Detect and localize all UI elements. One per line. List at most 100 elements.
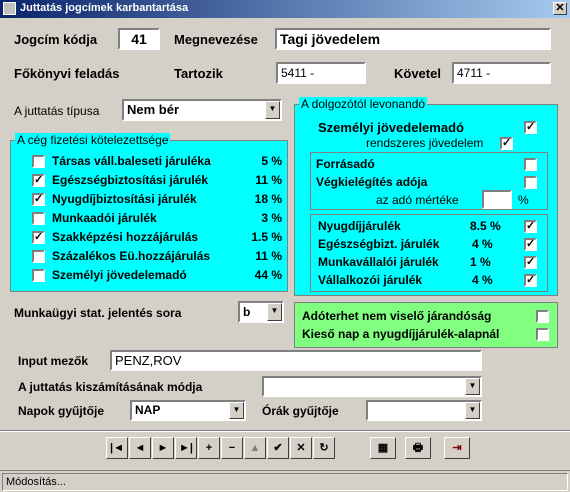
prev-record-button[interactable]: ◄ xyxy=(129,437,151,459)
delete-record-button[interactable]: − xyxy=(221,437,243,459)
ceg-checkbox[interactable] xyxy=(32,269,45,282)
ceg-item-label: Személyi jövedelemadó xyxy=(52,268,187,282)
ceg-item-label: Százalékos Eü.hozzájárulás xyxy=(52,249,211,263)
ceg-item-pct: 44 % xyxy=(254,268,282,282)
orak-select[interactable]: ▼ xyxy=(366,400,482,421)
kovetel-label: Követel xyxy=(394,66,441,81)
rendszeres-checkbox[interactable]: ✓ xyxy=(500,137,513,150)
chevron-down-icon[interactable]: ▼ xyxy=(265,101,280,119)
chevron-down-icon[interactable]: ▼ xyxy=(267,303,282,321)
kovetel-field[interactable]: 4711 - xyxy=(452,62,551,84)
next-record-button[interactable]: ► xyxy=(152,437,174,459)
last-record-button[interactable]: ►| xyxy=(175,437,197,459)
ado-mertek-field[interactable] xyxy=(482,190,512,209)
levonando-item-checkbox[interactable]: ✓ xyxy=(524,256,537,269)
status-text: Módosítás... xyxy=(2,473,568,491)
levonando-item-label: Nyugdíjjárulék xyxy=(318,219,401,233)
add-record-button[interactable]: + xyxy=(198,437,220,459)
ceg-checkbox[interactable] xyxy=(32,250,45,263)
ceg-checkbox[interactable] xyxy=(32,155,45,168)
ceg-item-label: Nyugdíjbiztosítási járulék xyxy=(52,192,197,206)
munkaugyi-label: Munkaügyi stat. jelentés sora xyxy=(14,306,182,320)
kieso-label: Kieső nap a nyugdíjjárulék-alapnál xyxy=(302,327,500,341)
ceg-item-label: Szakképzési hozzájárulás xyxy=(52,230,199,244)
chevron-down-icon[interactable]: ▼ xyxy=(229,402,244,419)
print-button[interactable]: 🖶 xyxy=(405,437,431,459)
window-title: Juttatás jogcímek karbantartása xyxy=(20,2,189,14)
tipus-label: A juttatás típusa xyxy=(14,104,100,118)
kieso-checkbox[interactable] xyxy=(536,328,549,341)
levonando-group-title: A dolgozótól levonandó xyxy=(299,97,428,111)
chevron-down-icon[interactable]: ▼ xyxy=(465,402,480,419)
levonando-item-pct: 4 % xyxy=(472,237,493,251)
ceg-item-pct: 18 % xyxy=(254,192,282,206)
chevron-down-icon[interactable]: ▼ xyxy=(465,378,480,395)
forrasado-label: Forrásadó xyxy=(316,157,375,171)
ceg-item-pct: 5 % xyxy=(261,154,282,168)
jogcim-label: Jogcím kódja xyxy=(14,32,98,47)
exit-button[interactable]: ⇥ xyxy=(444,437,470,459)
ceg-item-label: Társas váll.baleseti járuléka xyxy=(52,154,211,168)
close-button[interactable]: ✕ xyxy=(553,2,567,15)
tipus-value: Nem bér xyxy=(127,102,180,117)
tartozik-label: Tartozik xyxy=(174,66,223,81)
tipus-select[interactable]: Nem bér ▼ xyxy=(122,99,282,121)
levonando-item-label: Vállalkozói járulék xyxy=(318,273,423,287)
ceg-checkbox[interactable] xyxy=(32,212,45,225)
forrasado-checkbox[interactable] xyxy=(524,158,537,171)
vegkielegites-label: Végkielégítés adója xyxy=(316,175,428,189)
ceg-item-label: Egészségbiztosítási járulék xyxy=(52,173,209,187)
app-icon xyxy=(3,2,16,15)
status-bar: Módosítás... xyxy=(0,470,570,492)
napok-value: NAP xyxy=(135,403,161,417)
levonando-item-checkbox[interactable]: ✓ xyxy=(524,220,537,233)
title-bar: Juttatás jogcímek karbantartása ✕ xyxy=(0,0,570,18)
adoterhet-checkbox[interactable] xyxy=(536,310,549,323)
rendszeres-label: rendszeres jövedelem xyxy=(366,136,484,150)
szja-checkbox[interactable]: ✓ xyxy=(524,121,537,134)
confirm-button[interactable]: ✔ xyxy=(267,437,289,459)
first-record-button[interactable]: |◄ xyxy=(106,437,128,459)
adoterhet-label: Adóterhet nem viselő járandóság xyxy=(302,309,492,323)
levonando-item-pct: 8.5 % xyxy=(470,219,501,233)
input-mezok-label: Input mezők xyxy=(18,354,89,368)
grid-view-button[interactable]: ▦ xyxy=(370,437,396,459)
tartozik-field[interactable]: 5411 - xyxy=(276,62,366,84)
ado-mertek-label: az adó mértéke xyxy=(376,193,459,207)
cancel-button[interactable]: ✕ xyxy=(290,437,312,459)
main-window: Juttatás jogcímek karbantartása ✕ Jogcím… xyxy=(0,0,570,492)
munkaugyi-value: b xyxy=(243,305,251,319)
toolbar-separator xyxy=(0,430,570,432)
ceg-item-label: Munkaadói járulék xyxy=(52,211,157,225)
megnevezes-field[interactable]: Tagi jövedelem xyxy=(275,28,551,50)
ceg-group-title: A cég fizetési kötelezettsége xyxy=(15,133,171,147)
vegkielegites-checkbox[interactable] xyxy=(524,176,537,189)
munkaugyi-select[interactable]: b ▼ xyxy=(238,301,284,323)
levonando-item-label: Munkavállalói járulék xyxy=(318,255,439,269)
ceg-item-pct: 1.5 % xyxy=(251,230,282,244)
napok-select[interactable]: NAP ▼ xyxy=(130,400,246,421)
levonando-item-pct: 1 % xyxy=(470,255,491,269)
ceg-item-pct: 3 % xyxy=(261,211,282,225)
ceg-checkbox[interactable]: ✓ xyxy=(32,174,45,187)
megnevezes-label: Megnevezése xyxy=(174,32,258,47)
orak-label: Órák gyűjtője xyxy=(262,404,339,418)
ado-mertek-unit: % xyxy=(518,193,529,207)
edit-record-button[interactable]: ▲ xyxy=(244,437,266,459)
refresh-button[interactable]: ↻ xyxy=(313,437,335,459)
fokonyvi-label: Főkönyvi feladás xyxy=(14,66,120,81)
kiszamitas-label: A juttatás kiszámításának módja xyxy=(18,380,203,394)
levonando-item-checkbox[interactable]: ✓ xyxy=(524,274,537,287)
ceg-checkbox[interactable]: ✓ xyxy=(32,193,45,206)
input-mezok-field[interactable]: PENZ,ROV xyxy=(110,350,482,371)
szja-label: Személyi jövedelemadó xyxy=(318,120,464,135)
ceg-item-pct: 11 % xyxy=(255,249,282,263)
ceg-item-pct: 11 % xyxy=(255,173,282,187)
napok-label: Napok gyűjtője xyxy=(18,404,105,418)
jogcim-field[interactable]: 41 xyxy=(118,28,160,50)
ceg-checkbox[interactable]: ✓ xyxy=(32,231,45,244)
levonando-item-checkbox[interactable]: ✓ xyxy=(524,238,537,251)
levonando-item-pct: 4 % xyxy=(472,273,493,287)
kiszamitas-select[interactable]: ▼ xyxy=(262,376,482,397)
levonando-item-label: Egészségbizt. járulék xyxy=(318,237,440,251)
